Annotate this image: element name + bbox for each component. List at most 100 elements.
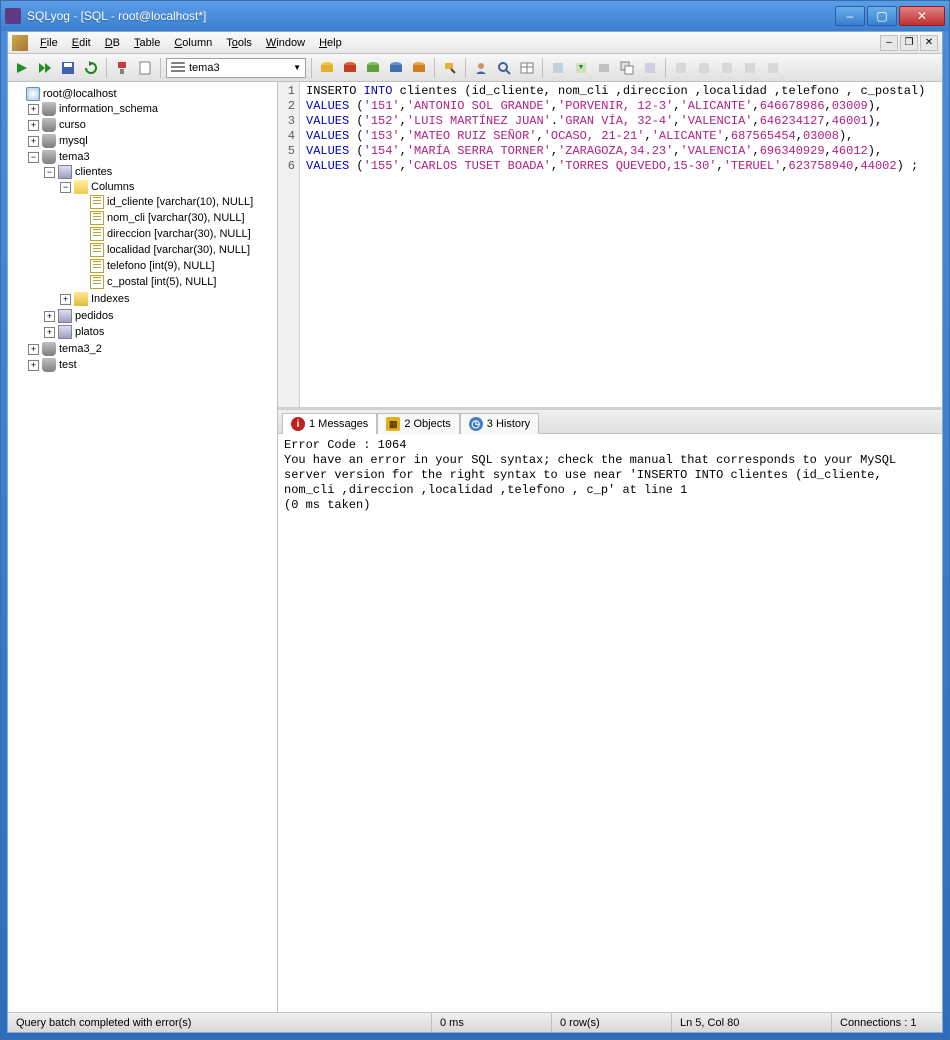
db-orange-icon[interactable]	[409, 58, 429, 78]
db-node[interactable]: tema3_2	[59, 343, 102, 355]
tab-label: 2 Objects	[404, 418, 450, 430]
separator	[160, 58, 161, 78]
db-blue-icon[interactable]	[386, 58, 406, 78]
import-icon[interactable]	[571, 58, 591, 78]
execute-all-icon[interactable]	[35, 58, 55, 78]
status-rows: 0 row(s)	[552, 1013, 672, 1032]
menu-column[interactable]: Column	[168, 35, 218, 51]
menu-db[interactable]: DB	[99, 35, 126, 51]
copy-db-icon[interactable]	[617, 58, 637, 78]
table-node[interactable]: clientes	[75, 166, 112, 178]
db-node[interactable]: information_schema	[59, 103, 158, 115]
expander-icon[interactable]: +	[28, 360, 39, 371]
db-node[interactable]: curso	[59, 119, 86, 131]
dropdown-arrow-icon: ▼	[293, 63, 301, 72]
menu-edit[interactable]: Edit	[66, 35, 97, 51]
column-node[interactable]: nom_cli [varchar(30), NULL]	[107, 212, 245, 224]
db-red-icon[interactable]	[340, 58, 360, 78]
result-tabs: i 1 Messages ▦ 2 Objects ◷ 3 History	[278, 410, 942, 434]
btn-g4-icon[interactable]	[740, 58, 760, 78]
btn-g5-icon[interactable]	[763, 58, 783, 78]
tab-objects[interactable]: ▦ 2 Objects	[377, 413, 459, 434]
separator	[106, 58, 107, 78]
status-main: Query batch completed with error(s)	[8, 1013, 432, 1032]
column-node[interactable]: c_postal [int(5), NULL]	[107, 276, 216, 288]
db-yellow-icon[interactable]	[317, 58, 337, 78]
database-icon	[42, 150, 56, 164]
separator	[311, 58, 312, 78]
indexes-node[interactable]: Indexes	[91, 293, 130, 305]
expander-icon[interactable]: +	[44, 327, 55, 338]
messages-output[interactable]: Error Code : 1064 You have an error in y…	[278, 434, 942, 1012]
tab-messages[interactable]: i 1 Messages	[282, 413, 377, 434]
user-icon[interactable]	[471, 58, 491, 78]
save-icon[interactable]	[58, 58, 78, 78]
expander-icon[interactable]: +	[28, 120, 39, 131]
menu-tools[interactable]: Tools	[220, 35, 258, 51]
database-icon	[171, 62, 185, 74]
column-node[interactable]: telefono [int(9), NULL]	[107, 260, 215, 272]
separator	[465, 58, 466, 78]
table-icon	[58, 309, 72, 323]
database-selector[interactable]: tema3 ▼	[166, 58, 306, 78]
mdi-minimize[interactable]: –	[880, 35, 898, 51]
btn-g3-icon[interactable]	[717, 58, 737, 78]
column-icon	[90, 275, 104, 289]
titlebar[interactable]: SQLyog - [SQL - root@localhost*] – ▢ ✕	[1, 1, 949, 31]
maximize-button[interactable]: ▢	[867, 6, 897, 26]
expander-icon[interactable]: −	[28, 152, 39, 163]
code-area[interactable]: INSERTO INTO clientes (id_cliente, nom_c…	[300, 82, 942, 407]
expander-icon[interactable]: +	[44, 311, 55, 322]
execute-icon[interactable]	[12, 58, 32, 78]
db-green-icon[interactable]	[363, 58, 383, 78]
mdi-restore[interactable]: ❐	[900, 35, 918, 51]
new-query-icon[interactable]	[135, 58, 155, 78]
tab-history[interactable]: ◷ 3 History	[460, 413, 539, 434]
database-icon	[42, 134, 56, 148]
sync-icon[interactable]	[640, 58, 660, 78]
table-node[interactable]: pedidos	[75, 310, 114, 322]
refresh-icon[interactable]	[81, 58, 101, 78]
table-node[interactable]: platos	[75, 326, 104, 338]
table-icon	[58, 325, 72, 339]
btn-g2-icon[interactable]	[694, 58, 714, 78]
separator	[434, 58, 435, 78]
db-node[interactable]: test	[59, 359, 77, 371]
sql-editor[interactable]: 123456 INSERTO INTO clientes (id_cliente…	[278, 82, 942, 410]
toolbar: tema3 ▼	[8, 54, 942, 82]
server-node[interactable]: root@localhost	[43, 88, 117, 100]
connection-icon[interactable]	[112, 58, 132, 78]
column-node[interactable]: direccion [varchar(30), NULL]	[107, 228, 251, 240]
db-node[interactable]: mysql	[59, 135, 88, 147]
tool-paint-icon[interactable]	[440, 58, 460, 78]
menu-table[interactable]: Table	[128, 35, 166, 51]
btn-g1-icon[interactable]	[671, 58, 691, 78]
search-icon[interactable]	[494, 58, 514, 78]
column-node[interactable]: id_cliente [varchar(10), NULL]	[107, 196, 253, 208]
column-node[interactable]: localidad [varchar(30), NULL]	[107, 244, 250, 256]
expander-icon[interactable]: +	[28, 104, 39, 115]
menu-file[interactable]: File	[34, 35, 64, 51]
mdi-close[interactable]: ✕	[920, 35, 938, 51]
db-node[interactable]: tema3	[59, 151, 90, 163]
expander-icon[interactable]: −	[60, 182, 71, 193]
close-button[interactable]: ✕	[899, 6, 945, 26]
window-title: SQLyog - [SQL - root@localhost*]	[27, 9, 835, 23]
columns-node[interactable]: Columns	[91, 181, 134, 193]
expander-icon[interactable]: +	[60, 294, 71, 305]
object-browser[interactable]: root@localhost + information_schema + curs…	[8, 82, 278, 1012]
menu-window[interactable]: Window	[260, 35, 311, 51]
export-icon[interactable]	[548, 58, 568, 78]
error-icon: i	[291, 417, 305, 431]
column-icon	[90, 227, 104, 241]
app-icon	[5, 8, 21, 24]
expander-icon[interactable]: −	[44, 167, 55, 178]
minimize-button[interactable]: –	[835, 6, 865, 26]
folder-icon	[74, 292, 88, 306]
expander-icon[interactable]: +	[28, 136, 39, 147]
column-icon	[90, 259, 104, 273]
menu-help[interactable]: Help	[313, 35, 348, 51]
expander-icon[interactable]: +	[28, 344, 39, 355]
table-icon[interactable]	[517, 58, 537, 78]
backup-icon[interactable]	[594, 58, 614, 78]
